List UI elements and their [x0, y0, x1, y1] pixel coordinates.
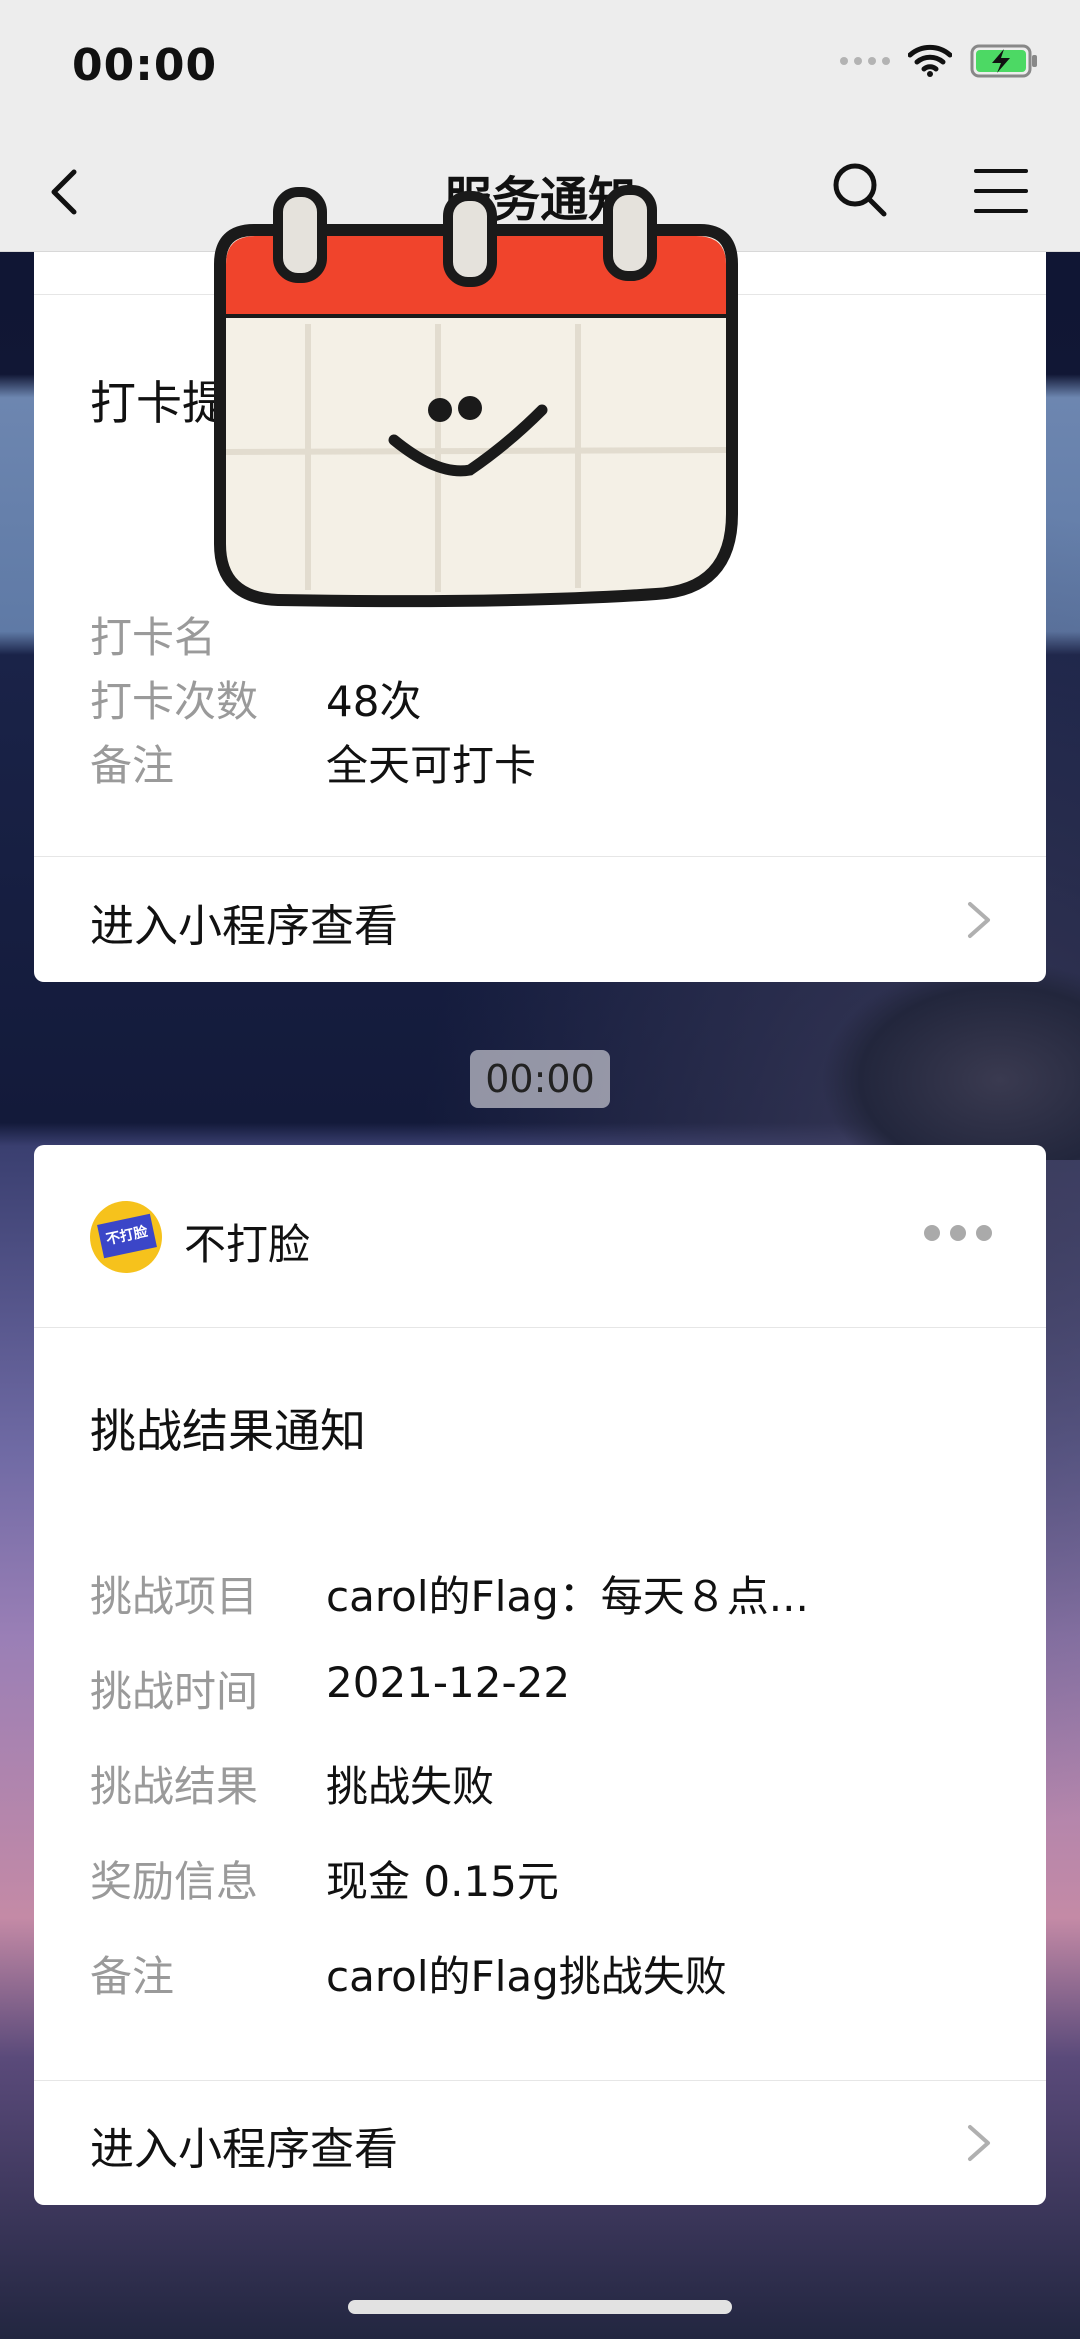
status-time: 00:00	[72, 40, 218, 91]
row-key: 备注	[90, 1952, 175, 2001]
enter-label: 进入小程序查看	[90, 2124, 398, 2175]
row-value: 挑战失败	[326, 1762, 495, 1811]
wifi-icon	[908, 44, 952, 77]
detail-row: 挑战项目 carol的Flag：每天８点...	[90, 1563, 809, 1624]
divider	[34, 1327, 1046, 1328]
detail-row: 打卡次数 48次	[90, 668, 421, 729]
row-value: 现金 0.15元	[326, 1857, 559, 1906]
menu-icon[interactable]	[974, 166, 1028, 216]
detail-row: 挑战结果 挑战失败	[90, 1753, 494, 1814]
signal-icon	[840, 57, 890, 65]
status-icons	[840, 44, 1040, 78]
search-icon[interactable]	[830, 160, 890, 220]
detail-row: 备注 全天可打卡	[90, 732, 536, 793]
time-divider: 00:00	[470, 1050, 610, 1108]
sender-name[interactable]: 不打脸	[184, 1211, 310, 1272]
chevron-right-icon	[968, 902, 990, 938]
battery-charging-icon	[970, 44, 1037, 78]
avatar[interactable]: 不打脸	[90, 1201, 162, 1273]
challenge-result-card[interactable]: 不打脸 不打脸 挑战结果通知 挑战项目 carol的Flag：每天８点... 挑…	[34, 1145, 1046, 2205]
row-value: carol的Flag挑战失败	[326, 1952, 727, 2001]
calendar-sticker	[214, 185, 738, 608]
detail-row: 奖励信息 现金 0.15元	[90, 1848, 559, 1909]
more-dots-icon[interactable]	[924, 1225, 992, 1241]
row-key: 备注	[90, 741, 175, 790]
avatar-flag: 不打脸	[97, 1213, 157, 1259]
row-key: 奖励信息	[90, 1857, 259, 1906]
background-figure	[820, 960, 1080, 1160]
row-value: 48次	[326, 677, 422, 726]
chevron-right-icon	[968, 2125, 990, 2161]
row-value: 2021-12-22	[326, 1658, 571, 1707]
divider	[34, 856, 1046, 857]
row-key: 挑战时间	[90, 1667, 259, 1716]
home-indicator[interactable]	[348, 2300, 732, 2314]
card-title: 挑战结果通知	[90, 1404, 366, 1458]
enter-mini-program-button[interactable]: 进入小程序查看	[34, 2081, 1046, 2205]
detail-row: 挑战时间 2021-12-22	[90, 1658, 570, 1719]
enter-mini-program-button[interactable]: 进入小程序查看	[34, 858, 1046, 982]
row-key: 挑战结果	[90, 1762, 259, 1811]
row-key: 挑战项目	[90, 1572, 259, 1621]
enter-label: 进入小程序查看	[90, 901, 398, 952]
row-value: 全天可打卡	[326, 741, 537, 790]
row-key: 打卡次数	[90, 677, 259, 726]
row-value: carol的Flag：每天８点...	[326, 1572, 809, 1621]
detail-row: 备注 carol的Flag挑战失败	[90, 1943, 727, 2004]
